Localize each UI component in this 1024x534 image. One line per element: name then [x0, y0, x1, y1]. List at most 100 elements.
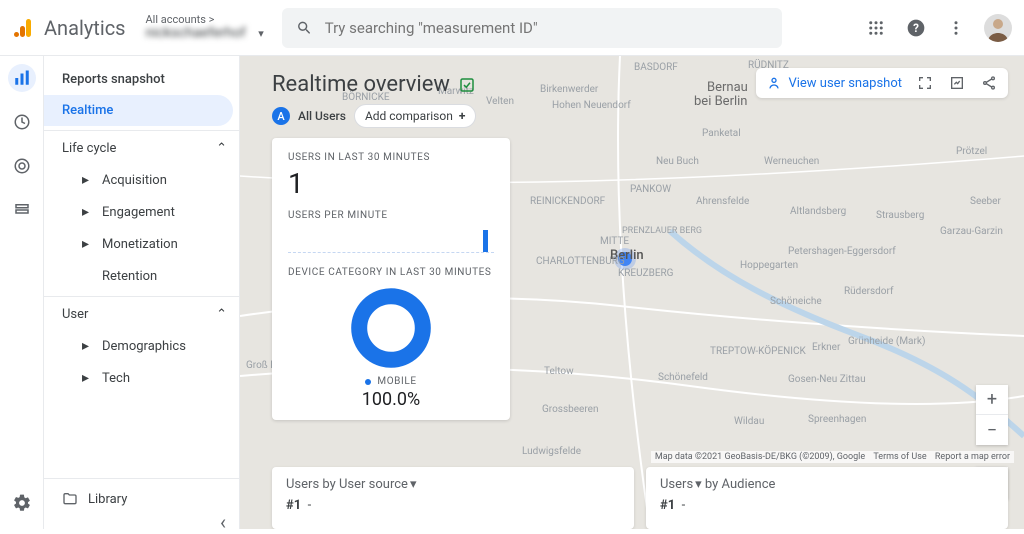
map-label: Grünheide (Mark) [848, 336, 925, 347]
page-title-text: Realtime overview [272, 72, 450, 97]
product-logo[interactable]: Analytics [12, 16, 126, 40]
map-label: BASDORF [634, 62, 678, 73]
sidebar-reports-snapshot[interactable]: Reports snapshot [44, 64, 239, 95]
map-report-error-link[interactable]: Report a map error [935, 452, 1010, 462]
share-icon[interactable] [980, 74, 998, 92]
sidebar-lifecycle-label: Life cycle [62, 141, 116, 156]
sidebar-section-user[interactable]: User ⌃ [44, 296, 239, 330]
sidebar-item-retention[interactable]: ▸Retention [76, 260, 239, 292]
account-picker[interactable]: All accounts > nickschaeferhof [146, 14, 266, 41]
map-attribution: Map data ©2021 GeoBasis-DE/BKG (©2009), … [651, 451, 1014, 463]
comparison-filters: A All Users Add comparison + [272, 104, 476, 128]
help-icon[interactable]: ? [904, 16, 928, 40]
users-per-minute-sparkline [288, 225, 494, 253]
view-user-snapshot-label: View user snapshot [788, 76, 902, 91]
map-label: Ahrensfelde [696, 196, 749, 207]
users-30m-label: USERS IN LAST 30 MINUTES [288, 152, 494, 163]
sidebar-item-acquisition[interactable]: ▸ Acquisition [76, 164, 239, 196]
map-label: PANKOW [630, 184, 671, 195]
metric-dropdown[interactable]: Users ▾ [660, 477, 702, 492]
by-text: by [705, 477, 718, 492]
map-label: CHARLOTTENBURG [536, 256, 625, 267]
sidebar-item-label: Demographics [102, 339, 186, 354]
verified-icon [458, 76, 476, 94]
dimension-label: User source [339, 477, 408, 492]
account-bottom: nickschaeferhof [146, 26, 246, 41]
map-label: Hohen Neuendorf [552, 100, 631, 111]
fullscreen-icon[interactable] [916, 74, 934, 92]
all-users-chip[interactable]: All Users [298, 109, 346, 123]
map-label: Wildau [734, 416, 764, 427]
chevron-right-icon: ▸ [82, 204, 94, 220]
map-label: Birkenwerder [540, 84, 598, 95]
sidebar-section-lifecycle[interactable]: Life cycle ⌃ [44, 130, 239, 164]
map-attrib-text: Map data ©2021 GeoBasis-DE/BKG (©2009), … [655, 452, 865, 462]
rail-reports-icon[interactable] [8, 64, 36, 92]
map-terms-link[interactable]: Terms of Use [873, 452, 926, 462]
bottom-cards: Users by User source ▾ #1 - Users ▾ by A… [272, 467, 1008, 529]
card-value: #1 - [660, 498, 994, 513]
sidebar-item-label: Engagement [102, 205, 175, 220]
realtime-summary-card: USERS IN LAST 30 MINUTES 1 USERS PER MIN… [272, 138, 510, 420]
add-comparison-chip[interactable]: Add comparison + [354, 104, 476, 128]
zoom-in-button[interactable]: + [976, 385, 1008, 415]
map-label: Erkner [812, 342, 840, 353]
map-label: Werneuchen [764, 156, 819, 167]
sidebar-user-items: ▸ Demographics ▸Tech [44, 330, 239, 394]
card-title: Users by User source ▾ [286, 477, 620, 492]
more-icon[interactable] [944, 16, 968, 40]
add-comparison-label: Add comparison [365, 109, 453, 123]
users-by-audience-card[interactable]: Users ▾ by Audience #1 - [646, 467, 1008, 529]
sidebar-item-demographics[interactable]: ▸ Demographics [76, 330, 239, 362]
sidebar-lifecycle-items: ▸ Acquisition ▸ Engagement ▸ Monetization ▸… [44, 164, 239, 292]
sidebar-library-label: Library [88, 492, 127, 507]
device-legend-label: MOBILE [377, 376, 416, 387]
sidebar-item-monetization[interactable]: ▸ Monetization [76, 228, 239, 260]
chevron-right-icon: ▸ [82, 338, 94, 354]
rail-explore-icon[interactable] [8, 108, 36, 136]
sidebar-item-engagement[interactable]: ▸ Engagement [76, 196, 239, 228]
sidebar-item-label: Acquisition [102, 173, 167, 188]
dash: - [682, 498, 686, 513]
rail-settings-icon[interactable] [8, 489, 36, 517]
sidebar-realtime[interactable]: Realtime [44, 95, 233, 126]
map-label: Schönefeld [658, 372, 708, 383]
rank: #1 [286, 498, 301, 513]
main-content: Berlin Bernau bei Berlin Marwitz Velten … [240, 56, 1024, 529]
user-snapshot-icon [766, 75, 782, 91]
apps-icon[interactable] [864, 16, 888, 40]
rank: #1 [660, 498, 675, 513]
zoom-out-button[interactable]: − [976, 415, 1008, 445]
chevron-up-icon: ⌃ [216, 307, 227, 322]
search-bar[interactable] [282, 8, 782, 48]
map-label: Garzau-Garzin [940, 226, 1003, 237]
users-by-source-card[interactable]: Users by User source ▾ #1 - [272, 467, 634, 529]
sidebar-item-tech[interactable]: ▸Tech [76, 362, 239, 394]
insights-icon[interactable] [948, 74, 966, 92]
search-input[interactable] [325, 19, 768, 37]
rail-configure-icon[interactable] [8, 196, 36, 224]
map-label: Hoppegarten [740, 260, 798, 271]
page-title: Realtime overview [272, 72, 476, 97]
dimension-dropdown[interactable]: User source ▾ [339, 477, 416, 492]
map-label: KREUZBERG [618, 268, 673, 279]
chevron-right-icon: ▸ [82, 172, 94, 188]
header: Analytics All accounts > nickschaeferhof… [0, 0, 1024, 56]
map-label: Seeber [970, 196, 1001, 207]
map-label: TREPTOW-KÖPENICK [710, 346, 806, 357]
map-label: PRENZLAUER BERG [622, 226, 702, 236]
avatar[interactable] [984, 14, 1012, 42]
users-30m-value: 1 [288, 167, 494, 200]
sidebar-library[interactable]: Library [44, 478, 239, 519]
map-label: MITTE [600, 236, 629, 247]
map-label: Bernau [707, 80, 748, 95]
audience-badge: A [272, 107, 290, 125]
rail-advertising-icon[interactable] [8, 152, 36, 180]
map-label: Petershagen-Eggersdorf [788, 246, 896, 257]
sidebar-item-label: Monetization [102, 237, 178, 252]
map-label: Strausberg [876, 210, 924, 221]
view-user-snapshot-button[interactable]: View user snapshot [766, 75, 902, 91]
chevron-right-icon: ▸ [82, 236, 94, 252]
map-label: REINICKENDORF [530, 196, 605, 207]
chevron-right-icon: ▸ [82, 370, 94, 386]
